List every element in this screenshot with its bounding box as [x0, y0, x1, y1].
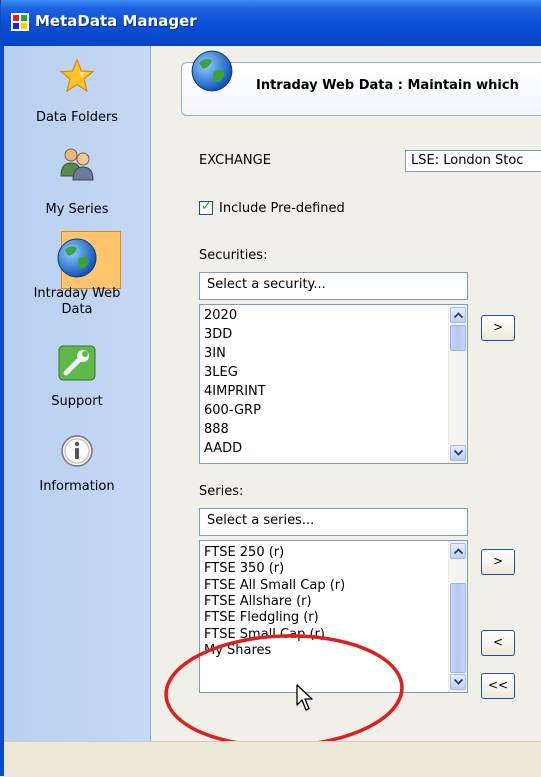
list-item[interactable]: 600-GRP	[204, 403, 261, 419]
sidebar-item-label: Information	[39, 479, 115, 494]
scroll-down-button[interactable]	[450, 674, 466, 690]
sidebar-item-label: Support	[51, 394, 103, 409]
chevron-up-icon	[454, 548, 463, 554]
list-item[interactable]: 3IN	[204, 346, 226, 362]
exchange-select-value: LSE: London Stoc	[411, 153, 524, 168]
sidebar-item-my-series[interactable]: My Series	[4, 146, 150, 218]
scroll-thumb[interactable]	[450, 325, 466, 351]
checkmark-icon: ✓	[201, 199, 212, 214]
sidebar-item-support[interactable]: Support	[4, 345, 150, 410]
window-title: MetaData Manager	[35, 12, 197, 30]
chevron-down-icon	[454, 450, 463, 456]
sidebar-item-label: Intraday Web	[33, 286, 121, 301]
sidebar-item-intraday-web-data[interactable]: Intraday Web Data	[4, 236, 150, 318]
series-search-text: Select a series...	[207, 513, 315, 528]
status-bar	[4, 741, 541, 777]
security-search-text: Select a security...	[207, 277, 326, 292]
star-icon	[59, 58, 95, 93]
list-item[interactable]: FTSE 250 (r)	[204, 545, 284, 561]
list-item[interactable]: FTSE Fledgling (r)	[204, 610, 319, 626]
chevron-down-icon	[454, 679, 463, 685]
globe-icon	[191, 50, 233, 92]
series-label: Series:	[199, 484, 244, 499]
sidebar-item-label: Data	[61, 302, 93, 317]
include-predefined-label: Include Pre-defined	[219, 201, 345, 216]
scroll-up-button[interactable]	[450, 543, 466, 559]
title-bar[interactable]: MetaData Manager	[0, 0, 541, 46]
include-predefined-checkbox[interactable]: ✓	[199, 199, 213, 215]
list-item[interactable]: FTSE All Small Cap (r)	[204, 578, 345, 594]
list-item[interactable]: FTSE 350 (r)	[204, 561, 284, 577]
chevron-up-icon	[454, 312, 463, 318]
add-series-button[interactable]: >	[481, 549, 515, 575]
security-search-input[interactable]: Select a security...	[199, 272, 468, 300]
remove-all-series-button[interactable]: <<	[481, 673, 515, 699]
users-icon	[60, 148, 94, 181]
list-item[interactable]: FTSE Allshare (r)	[204, 594, 312, 610]
remove-series-button[interactable]: <	[481, 630, 515, 656]
exchange-label: EXCHANGE	[199, 153, 271, 168]
series-search-input[interactable]: Select a series...	[199, 508, 468, 536]
scroll-up-button[interactable]	[450, 307, 466, 323]
list-item[interactable]: 3LEG	[204, 365, 238, 381]
scroll-thumb[interactable]	[450, 583, 466, 673]
list-item[interactable]: 4IMPRINT	[204, 384, 266, 400]
list-item[interactable]: AADD	[204, 441, 242, 457]
exchange-select[interactable]: LSE: London Stoc	[405, 150, 541, 172]
securities-list[interactable]: 2020 3DD 3IN 3LEG 4IMPRINT 600-GRP 888 AADD	[199, 304, 468, 464]
sidebar-item-information[interactable]: Information	[4, 433, 150, 495]
mouse-cursor-icon	[296, 684, 313, 711]
sidebar-item-label: My Series	[45, 202, 109, 217]
list-item[interactable]: 2020	[204, 308, 237, 324]
app-icon	[11, 13, 29, 31]
annotation-ellipse	[164, 634, 404, 748]
scroll-down-button[interactable]	[450, 445, 466, 461]
list-item[interactable]: 888	[204, 422, 229, 438]
sidebar-item-label: Data Folders	[35, 110, 119, 125]
page-title: Intraday Web Data : Maintain which	[256, 78, 519, 93]
info-icon	[61, 435, 93, 467]
globe-icon	[57, 238, 97, 278]
add-security-button[interactable]: >	[481, 315, 515, 341]
securities-scrollbar[interactable]	[448, 305, 467, 463]
securities-label: Securities:	[199, 248, 268, 263]
list-item[interactable]: 3DD	[204, 327, 232, 343]
series-scrollbar[interactable]	[448, 541, 467, 692]
sidebar-item-data-folders[interactable]: Data Folders	[4, 58, 150, 126]
wrench-icon	[58, 345, 96, 381]
